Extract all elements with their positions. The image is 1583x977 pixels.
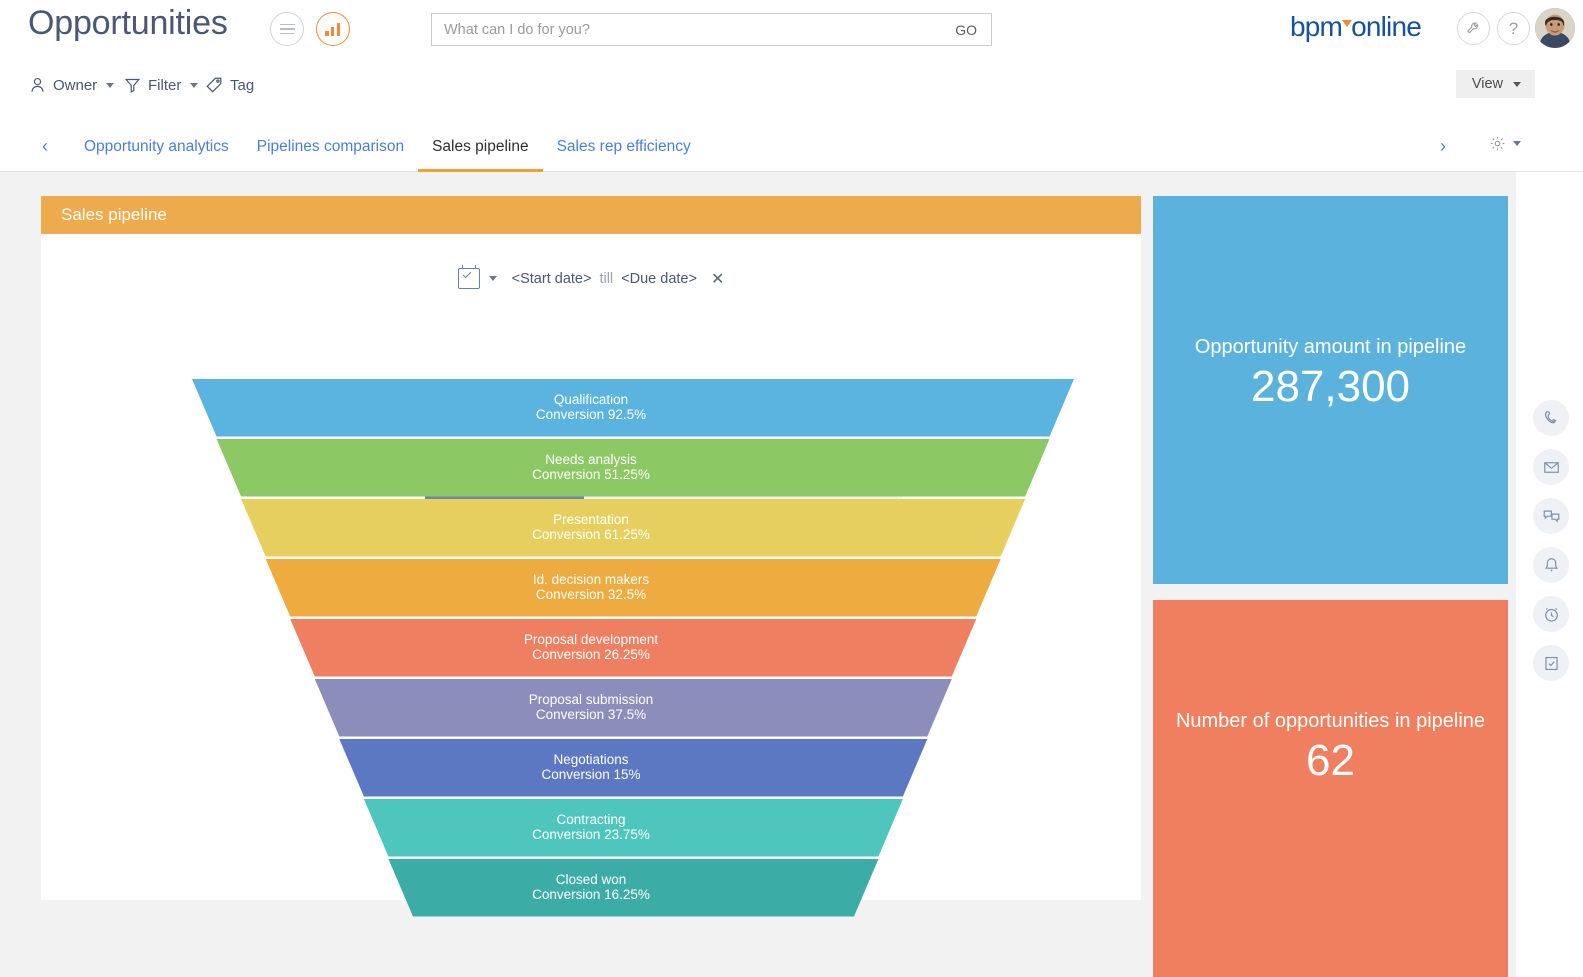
user-avatar[interactable] — [1535, 8, 1575, 48]
wrench-icon — [1465, 20, 1482, 37]
brand-suffix: online — [1351, 11, 1421, 42]
bell-icon — [1542, 556, 1561, 575]
gear-icon — [1489, 135, 1506, 152]
funnel-segment[interactable] — [290, 619, 976, 677]
tag-button[interactable]: Tag — [205, 72, 254, 98]
chevron-down-icon[interactable] — [489, 276, 497, 281]
due-date-field[interactable]: <Due date> — [621, 271, 697, 287]
funnel-segment[interactable] — [339, 739, 927, 797]
kpi-title: Opportunity amount in pipeline — [1195, 336, 1466, 359]
rail-button-chat[interactable] — [1533, 498, 1569, 534]
tab-list: Opportunity analytics Pipelines comparis… — [70, 122, 705, 172]
top-header: Opportunities GO bpm online ? — [0, 0, 1583, 58]
bpmonline-logo: bpm online — [1290, 11, 1421, 43]
tab-bar: ‹ Opportunity analytics Pipelines compar… — [0, 122, 1583, 172]
dashboard-settings-button[interactable] — [1489, 135, 1521, 152]
tag-icon — [205, 76, 223, 94]
hamburger-menu-button[interactable] — [270, 12, 304, 46]
funnel-segment[interactable] — [217, 439, 1050, 497]
brand-marker-icon — [1342, 20, 1352, 27]
chevron-down-icon — [1513, 141, 1521, 146]
chevron-down-icon — [190, 83, 198, 88]
settings-tool-button[interactable] — [1457, 12, 1490, 45]
kpi-value: 287,300 — [1195, 363, 1466, 411]
rail-button-timer[interactable] — [1533, 596, 1569, 632]
funnel-segment[interactable] — [241, 499, 1025, 557]
user-icon — [29, 76, 46, 94]
close-icon[interactable]: ✕ — [711, 269, 724, 289]
funnel-icon — [124, 76, 141, 94]
panel-header: Sales pipeline — [41, 196, 1141, 234]
mail-icon — [1542, 458, 1561, 477]
funnel-segment[interactable] — [266, 559, 1001, 617]
avatar-image — [1535, 8, 1575, 48]
rail-button-email[interactable] — [1533, 449, 1569, 485]
dashboard-content: Sales pipeline <Start date> till <Due da… — [0, 172, 1516, 977]
kpi-value: 62 — [1176, 737, 1485, 785]
kpi-title: Number of opportunities in pipeline — [1176, 710, 1485, 733]
date-filter-row: <Start date> till <Due date> ✕ — [41, 268, 1141, 289]
rail-button-notifications[interactable] — [1533, 547, 1569, 583]
tabs-scroll-left-button[interactable]: ‹ — [33, 134, 57, 158]
chat-icon — [1542, 507, 1561, 526]
tabs-scroll-right-button[interactable]: › — [1431, 134, 1455, 158]
action-toolbar: Owner Filter Tag View — [0, 58, 1583, 113]
chevron-down-icon — [106, 83, 114, 88]
brand-prefix: bpm — [1290, 11, 1342, 42]
timer-icon — [1542, 605, 1561, 624]
view-label: View — [1472, 76, 1503, 92]
owner-label: Owner — [53, 77, 97, 94]
tab-opportunity-analytics[interactable]: Opportunity analytics — [70, 122, 243, 172]
help-button[interactable]: ? — [1497, 12, 1530, 45]
hamburger-icon — [280, 24, 295, 35]
phone-icon — [1542, 409, 1561, 428]
search-go-button[interactable]: GO — [941, 22, 991, 38]
filter-label: Filter — [148, 77, 181, 94]
sales-pipeline-panel: Sales pipeline <Start date> till <Due da… — [41, 196, 1141, 900]
right-action-rail — [1516, 172, 1583, 977]
panel-title: Sales pipeline — [61, 205, 167, 225]
funnel-segment[interactable] — [364, 799, 903, 857]
sales-funnel-chart: QualificationConversion 92.5%Needs analy… — [41, 374, 1141, 929]
calendar-check-icon[interactable] — [458, 268, 480, 289]
funnel-segment[interactable] — [388, 859, 878, 917]
tab-sales-rep-efficiency[interactable]: Sales rep efficiency — [543, 122, 705, 172]
analytics-button[interactable] — [316, 12, 350, 46]
filter-button[interactable]: Filter — [124, 72, 198, 98]
tag-label: Tag — [230, 77, 254, 94]
date-till-label: till — [599, 271, 613, 287]
bar-chart-icon — [325, 23, 341, 36]
chevron-down-icon — [1513, 82, 1521, 87]
kpi-card-opportunity-amount[interactable]: Opportunity amount in pipeline 287,300 — [1153, 196, 1508, 584]
tab-sales-pipeline[interactable]: Sales pipeline — [418, 122, 543, 172]
owner-filter-button[interactable]: Owner — [29, 72, 114, 98]
page-title: Opportunities — [28, 4, 228, 43]
funnel-segment[interactable] — [315, 679, 952, 737]
tab-pipelines-comparison[interactable]: Pipelines comparison — [243, 122, 418, 172]
kpi-card-number-of-opportunities[interactable]: Number of opportunities in pipeline 62 — [1153, 600, 1508, 977]
question-mark-icon: ? — [1509, 19, 1518, 39]
view-button[interactable]: View — [1456, 70, 1535, 98]
rail-button-call[interactable] — [1533, 400, 1569, 436]
application-window: Opportunities GO bpm online ? — [0, 0, 1583, 977]
funnel-segment[interactable] — [192, 379, 1074, 437]
rail-button-tasks[interactable] — [1533, 645, 1569, 681]
task-check-icon — [1542, 654, 1561, 673]
funnel-svg — [41, 374, 1141, 924]
start-date-field[interactable]: <Start date> — [512, 271, 592, 287]
search-input[interactable] — [432, 14, 941, 45]
global-search[interactable]: GO — [431, 13, 992, 46]
